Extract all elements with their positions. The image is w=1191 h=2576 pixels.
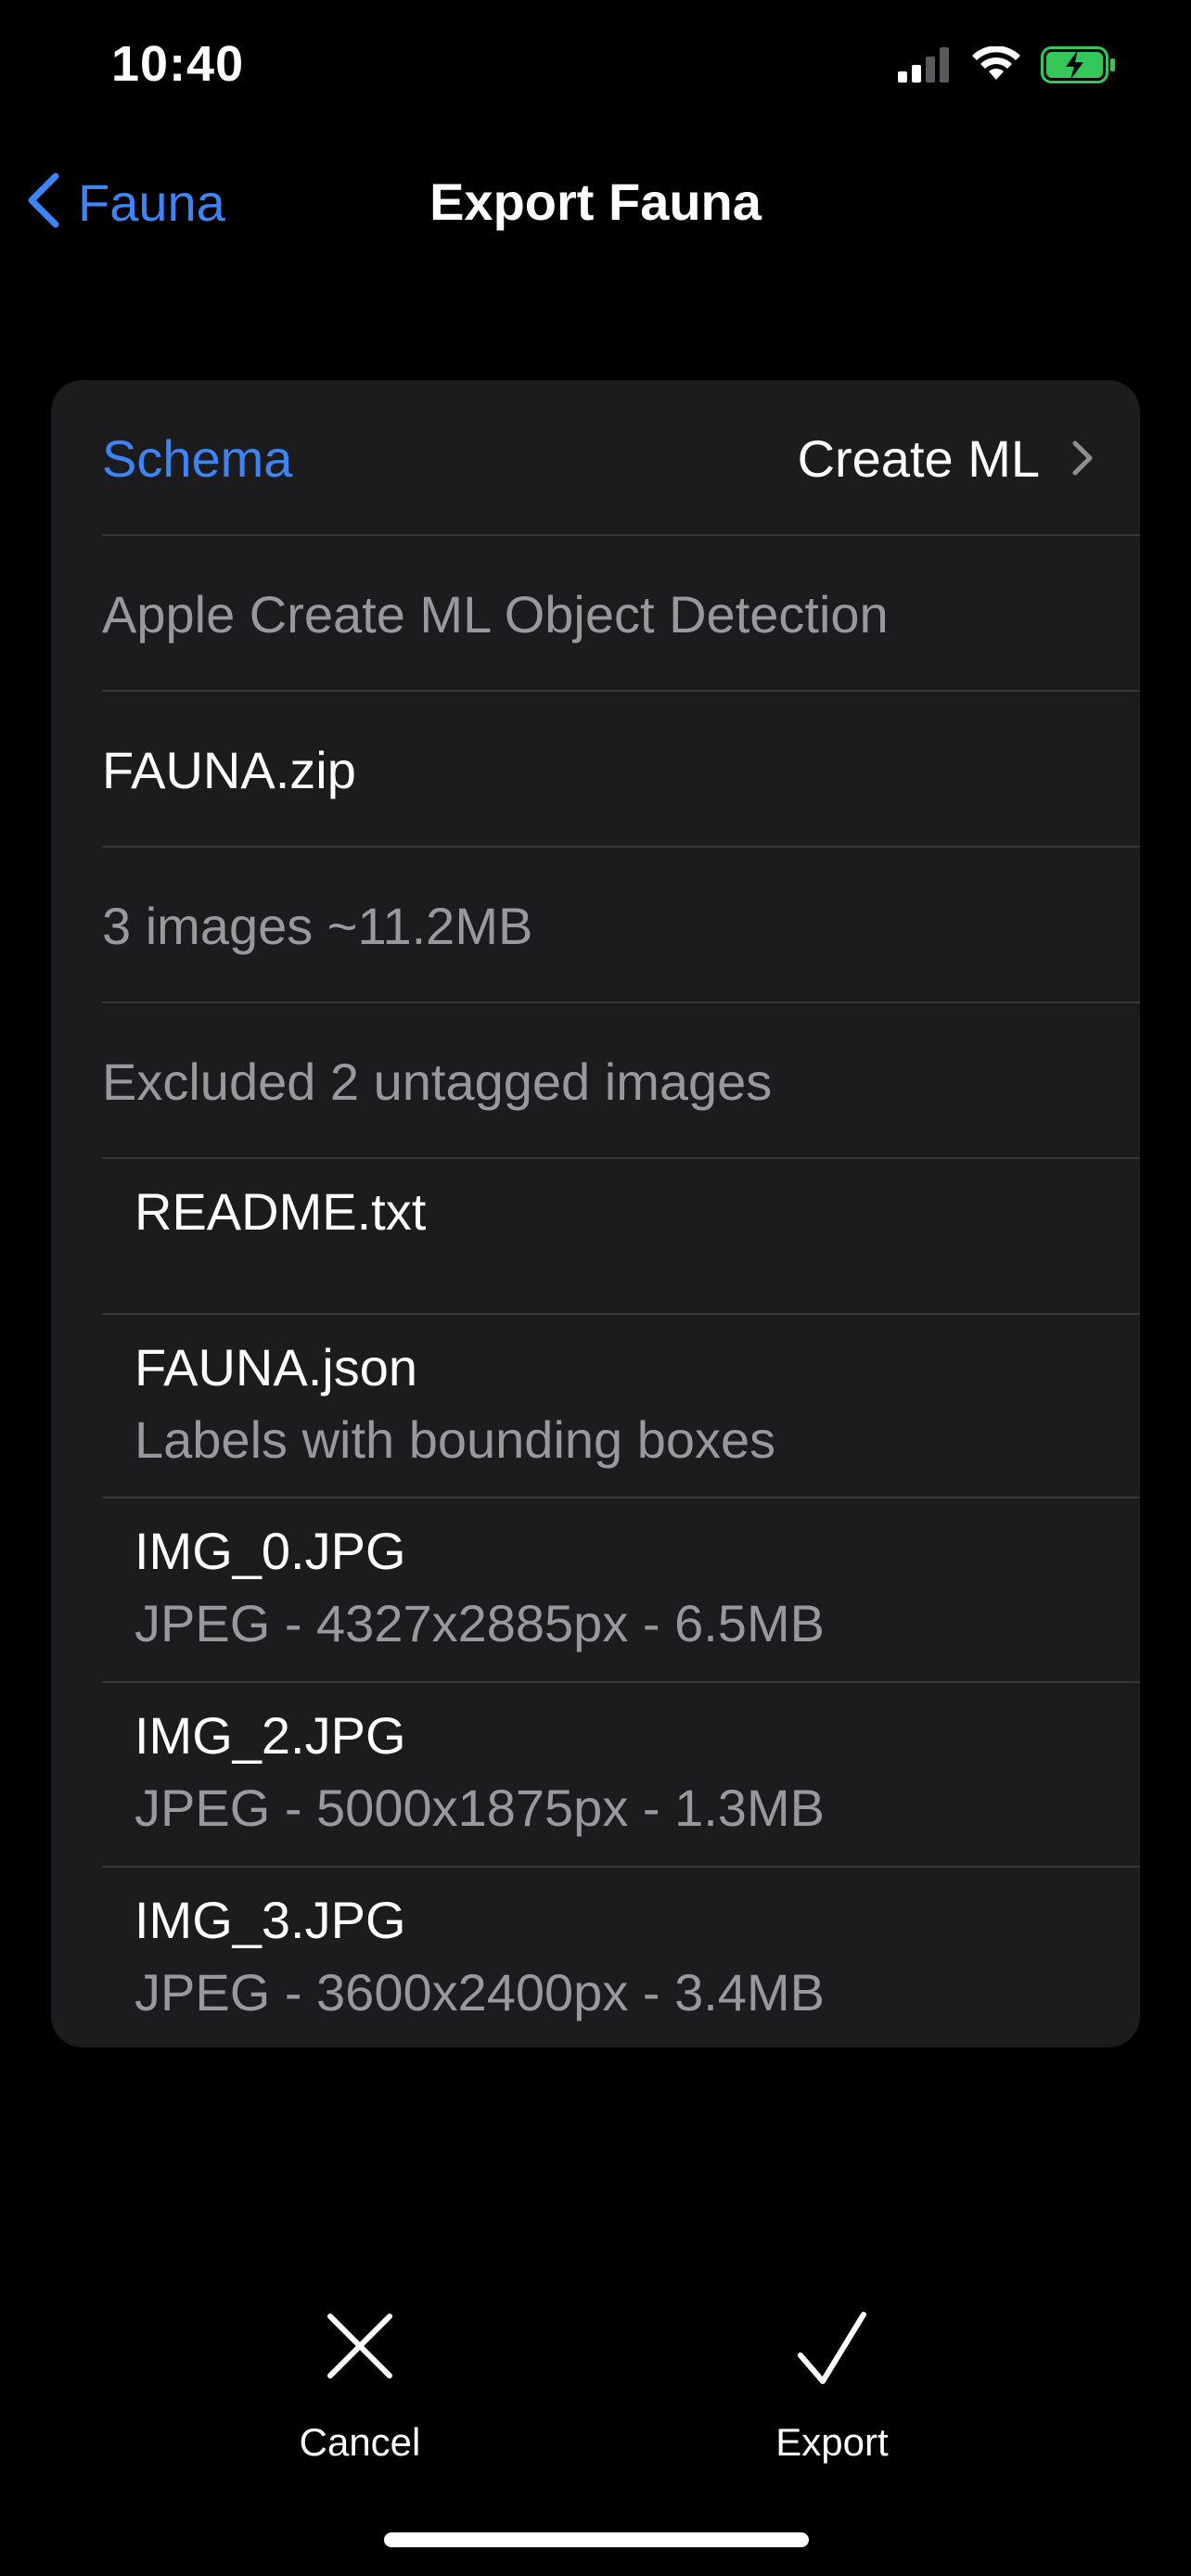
file-detail: JPEG - 3600x2400px - 3.4MB (134, 1963, 825, 2021)
export-button[interactable]: Export (693, 2309, 971, 2476)
schema-row[interactable]: Schema Create ML (51, 380, 1140, 536)
battery-charging-icon (1041, 46, 1117, 88)
schema-label: Schema (102, 429, 293, 488)
file-row-json: FAUNA.json Labels with bounding boxes (51, 1315, 1140, 1498)
file-detail: Labels with bounding boxes (134, 1410, 776, 1469)
file-detail: JPEG - 4327x2885px - 6.5MB (134, 1594, 825, 1652)
wifi-icon (970, 45, 1022, 88)
export-summary: 3 images ~11.2MB (102, 897, 533, 955)
file-detail: JPEG - 5000x1875px - 1.3MB (134, 1779, 825, 1837)
cancel-label: Cancel (299, 2420, 421, 2464)
cellular-signal-icon (898, 47, 952, 87)
archive-name-row: FAUNA.zip (51, 692, 1140, 848)
file-name: IMG_3.JPG (134, 1891, 406, 1949)
excluded-note: Excluded 2 untagged images (102, 1052, 773, 1111)
chevron-right-icon (1071, 428, 1094, 489)
archive-name: FAUNA.zip (102, 741, 356, 799)
status-icons (898, 45, 1117, 88)
file-name: FAUNA.json (134, 1338, 417, 1396)
status-bar: 10:40 (0, 0, 1191, 139)
status-time: 10:40 (111, 36, 245, 92)
file-name: README.txt (134, 1182, 427, 1241)
excluded-row: Excluded 2 untagged images (51, 1003, 1140, 1159)
schema-description: Apple Create ML Object Detection (102, 585, 889, 644)
file-row-readme: README.txt (51, 1159, 1140, 1315)
back-label: Fauna (78, 172, 225, 232)
navigation-bar: Export Fauna Fauna (0, 158, 1191, 247)
summary-row: 3 images ~11.2MB (51, 848, 1140, 1003)
back-button[interactable]: Fauna (24, 158, 225, 247)
close-icon (323, 2309, 397, 2388)
export-label: Export (775, 2420, 889, 2464)
export-card: Schema Create ML Apple Create ML Object … (51, 380, 1140, 2047)
cancel-button[interactable]: Cancel (221, 2309, 499, 2476)
file-row-img0: IMG_0.JPG JPEG - 4327x2885px - 6.5MB (51, 1498, 1140, 1683)
file-name: IMG_0.JPG (134, 1522, 406, 1580)
file-row-img3: IMG_3.JPG JPEG - 3600x2400px - 3.4MB (51, 1868, 1140, 2047)
file-row-img2: IMG_2.JPG JPEG - 5000x1875px - 1.3MB (51, 1683, 1140, 1868)
schema-value-group: Create ML (798, 428, 1094, 489)
file-name: IMG_2.JPG (134, 1706, 406, 1765)
home-indicator[interactable] (384, 2532, 809, 2547)
chevron-left-icon (24, 172, 61, 234)
schema-value: Create ML (797, 429, 1040, 488)
schema-description-row: Apple Create ML Object Detection (51, 536, 1140, 692)
checkmark-icon (795, 2309, 869, 2393)
